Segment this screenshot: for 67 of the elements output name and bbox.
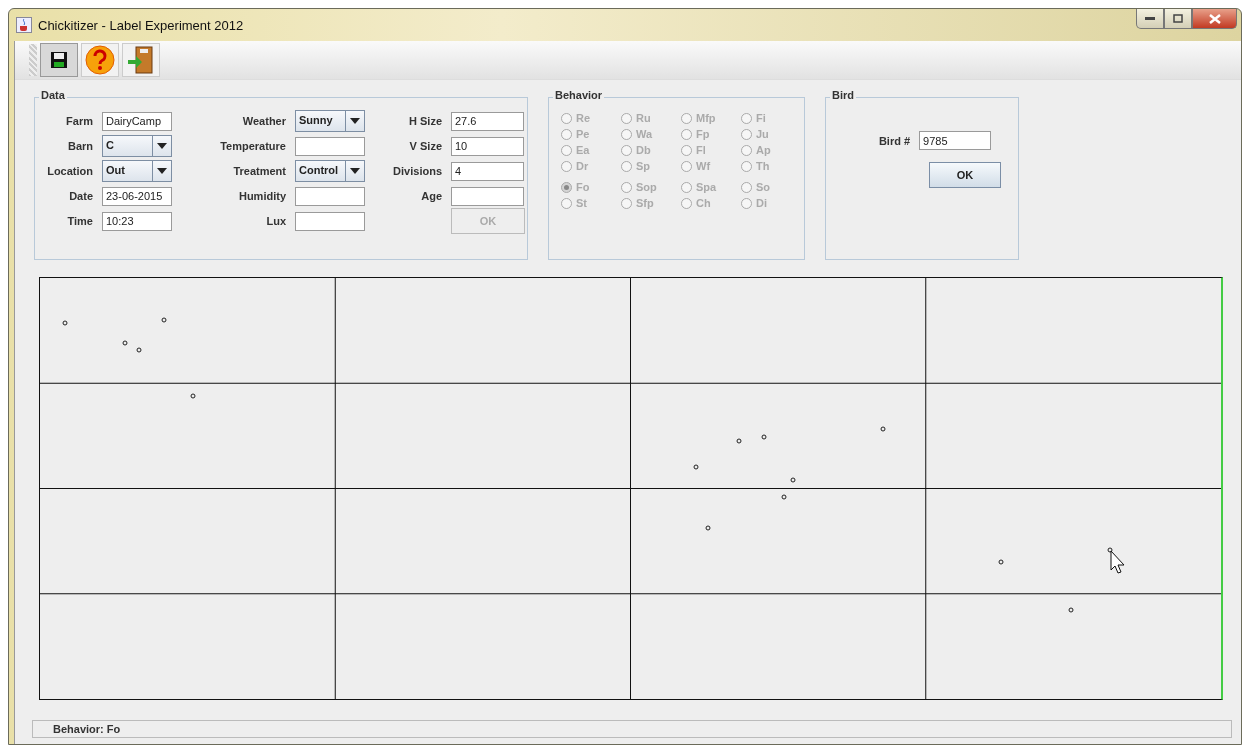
point-marker <box>736 438 742 444</box>
status-text: Behavior: Fo <box>53 723 121 735</box>
dropdown-arrow-icon <box>157 143 167 149</box>
text-field[interactable] <box>295 186 365 206</box>
combo-box[interactable]: C <box>102 135 172 157</box>
panel-title: Behavior <box>553 89 605 101</box>
point-marker <box>880 426 886 432</box>
point-marker <box>161 317 167 323</box>
help-icon <box>85 45 115 75</box>
point-marker <box>761 434 767 440</box>
panel-title: Bird <box>830 89 856 101</box>
minimize-button[interactable] <box>1136 9 1164 29</box>
field-label: Barn <box>66 140 93 152</box>
point-marker <box>693 464 699 470</box>
dropdown-arrow-icon <box>157 168 167 174</box>
point-marker <box>781 494 787 500</box>
field-label: Time <box>66 215 93 227</box>
field-label: Lux <box>265 215 286 227</box>
field-label: Age <box>420 190 442 202</box>
combo-box[interactable]: Out <box>102 160 172 182</box>
field-label: Farm <box>65 115 93 127</box>
maximize-button[interactable] <box>1164 9 1192 29</box>
point-marker <box>136 347 142 353</box>
text-field[interactable]: 4 <box>451 161 524 181</box>
window-title: Chickitizer - Label Experiment 2012 <box>38 17 244 33</box>
field-label: Humidity <box>237 190 286 202</box>
toolbar-button[interactable] <box>40 43 78 77</box>
field-label: Location <box>46 165 93 177</box>
ok-button[interactable]: OK <box>929 162 1001 188</box>
close-icon <box>1208 13 1221 24</box>
text-field[interactable]: 10 <box>451 136 524 156</box>
point-marker <box>122 340 128 346</box>
close-button[interactable] <box>1192 9 1237 29</box>
field-label: Divisions <box>392 165 442 177</box>
minimize-icon <box>1145 16 1155 21</box>
toolbar-grip[interactable] <box>29 44 37 76</box>
field-label: Treatment <box>232 165 286 177</box>
point-marker <box>790 477 796 483</box>
text-field[interactable] <box>451 186 524 206</box>
point-marker <box>190 393 196 399</box>
text-field[interactable] <box>295 211 365 231</box>
text-field[interactable] <box>295 136 365 156</box>
text-field[interactable]: 10:23 <box>102 211 172 231</box>
dropdown-arrow-icon <box>350 168 360 174</box>
text-field[interactable]: DairyCamp <box>102 111 172 131</box>
panel-title: Data <box>39 89 67 101</box>
coffee-cup-icon <box>16 17 32 33</box>
combo-box[interactable]: Sunny <box>295 110 365 132</box>
field-label: Weather <box>241 115 286 127</box>
combo-box[interactable]: Control <box>295 160 365 182</box>
field-label: Bird # <box>878 134 911 147</box>
field-label: Date <box>68 190 93 202</box>
exit-door-icon <box>127 45 155 75</box>
field-label: V Size <box>408 140 442 152</box>
point-marker <box>62 320 68 326</box>
point-marker <box>998 559 1004 565</box>
point-marker <box>1068 607 1074 613</box>
point-marker <box>1107 547 1113 553</box>
point-marker <box>705 525 711 531</box>
field-label: H Size <box>408 115 442 127</box>
text-field[interactable]: 23-06-2015 <box>102 186 172 206</box>
text-field[interactable]: 9785 <box>919 131 992 150</box>
field-label: Temperature <box>219 140 286 152</box>
maximize-icon <box>1173 14 1183 23</box>
mouse-cursor-icon <box>1110 550 1125 574</box>
text-field[interactable]: 27.6 <box>451 111 524 131</box>
dropdown-arrow-icon <box>350 118 360 124</box>
